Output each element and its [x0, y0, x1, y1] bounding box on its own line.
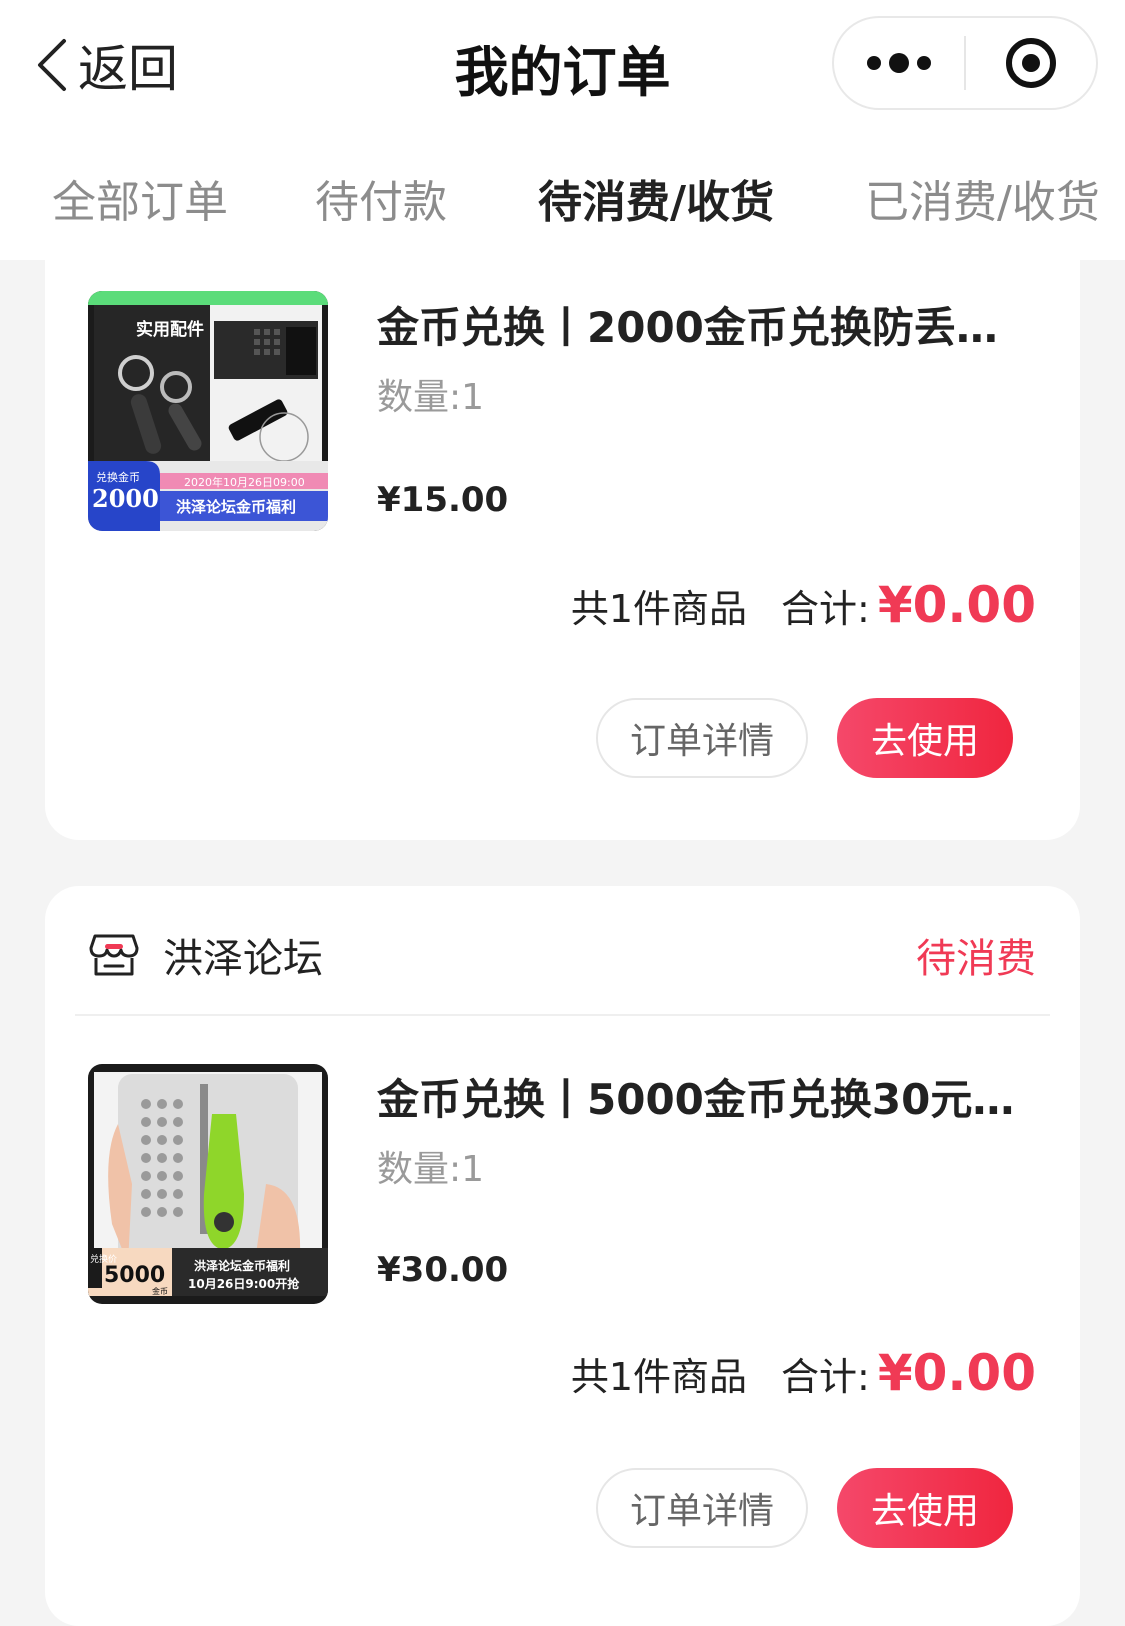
- order-card[interactable]: 洪泽论坛 待消费 兑换价 5000 金币 洪泽论坛金币福利 10月26日9:00…: [45, 886, 1080, 1626]
- tab-all-orders[interactable]: 全部订单: [52, 166, 228, 230]
- shop-header[interactable]: 洪泽论坛 待消费: [45, 886, 1080, 1016]
- image-heading: 实用配件: [136, 319, 204, 340]
- item-count: 共1件商品: [570, 1355, 748, 1399]
- more-button[interactable]: [834, 18, 964, 108]
- image-badge-value: 5000: [104, 1263, 165, 1288]
- nav-bar: 返回 我的订单: [0, 0, 1125, 130]
- divider: [75, 1014, 1050, 1016]
- image-banner-line1: 洪泽论坛金币福利: [194, 1258, 290, 1273]
- tab-pending-use[interactable]: 待消费/收货: [538, 166, 774, 230]
- image-badge-label: 兑换金币: [96, 470, 140, 484]
- image-date: 2020年10月26日09:00: [184, 475, 305, 489]
- tab-pending-payment[interactable]: 待付款: [315, 166, 447, 230]
- order-status: 待消费: [916, 936, 1036, 982]
- image-banner-line2: 10月26日9:00开抢: [188, 1276, 300, 1291]
- product-image[interactable]: 实用配件 2020年10月26日09:00 洪泽论坛金币福利 兑换金币 2000: [88, 291, 328, 531]
- item-title[interactable]: 金币兑换丨5000金币兑换30元多...: [377, 1066, 1037, 1127]
- shop-name[interactable]: 洪泽论坛: [163, 926, 323, 984]
- item-quantity: 数量:1: [377, 377, 485, 418]
- keychain-product-art: 实用配件 2020年10月26日09:00 洪泽论坛金币福利 兑换金币 2000: [88, 291, 328, 531]
- image-banner-text: 洪泽论坛金币福利: [176, 498, 296, 516]
- order-detail-button[interactable]: 订单详情: [596, 698, 808, 778]
- image-badge-unit: 金币: [152, 1286, 168, 1296]
- item-count: 共1件商品: [570, 587, 748, 631]
- total-label: 合计:: [781, 587, 870, 631]
- image-badge-value: 2000: [92, 484, 159, 513]
- mini-program-capsule: [832, 16, 1098, 110]
- item-quantity: 数量:1: [377, 1149, 485, 1190]
- screwdriver-product-art: 兑换价 5000 金币 洪泽论坛金币福利 10月26日9:00开抢: [88, 1064, 328, 1304]
- order-summary: 共1件商品 合计: ¥0.00: [571, 1344, 1036, 1402]
- tab-used[interactable]: 已消费/收货: [865, 166, 1100, 230]
- item-price: ¥15.00: [377, 480, 509, 520]
- close-mini-program-button[interactable]: [966, 18, 1096, 108]
- total-amount: ¥0.00: [877, 576, 1036, 634]
- target-icon: [1005, 38, 1056, 88]
- order-card[interactable]: 实用配件 2020年10月26日09:00 洪泽论坛金币福利 兑换金币 2000…: [45, 240, 1080, 840]
- more-dots-icon: [867, 53, 931, 73]
- order-detail-button[interactable]: 订单详情: [596, 1468, 808, 1548]
- use-button[interactable]: 去使用: [837, 698, 1013, 778]
- shop-icon: [89, 934, 139, 976]
- product-image[interactable]: 兑换价 5000 金币 洪泽论坛金币福利 10月26日9:00开抢: [88, 1064, 328, 1304]
- use-button[interactable]: 去使用: [837, 1468, 1013, 1548]
- total-label: 合计:: [781, 1355, 870, 1399]
- item-title[interactable]: 金币兑换丨2000金币兑换防丢钥...: [377, 294, 1037, 355]
- item-price: ¥30.00: [377, 1250, 509, 1290]
- order-summary: 共1件商品 合计: ¥0.00: [571, 576, 1036, 634]
- total-amount: ¥0.00: [877, 1344, 1036, 1402]
